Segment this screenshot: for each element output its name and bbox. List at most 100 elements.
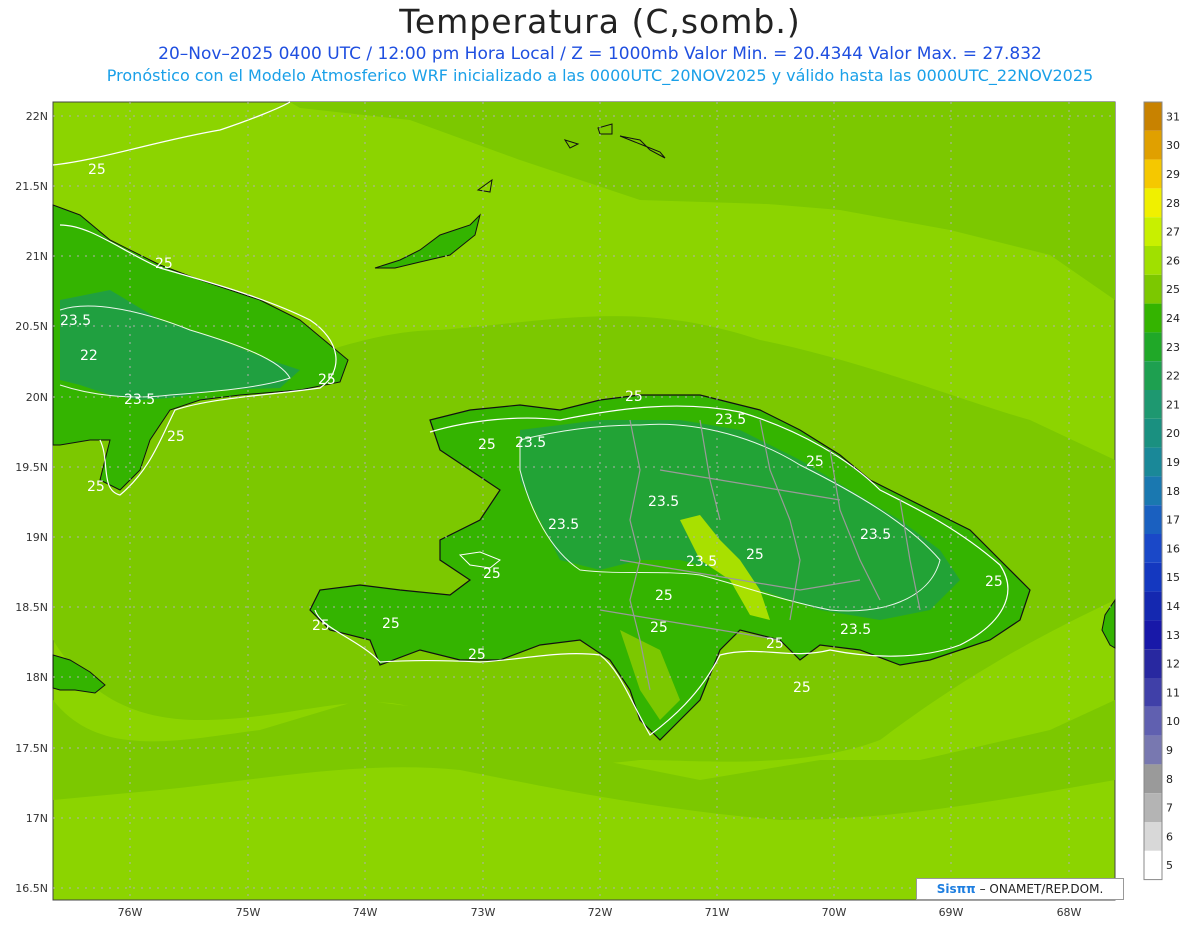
contour-label: 25 (793, 680, 811, 696)
credit-box: Sisππ – ONAMET/REP.DOM. (916, 878, 1124, 900)
lat-label: 18N (26, 671, 48, 684)
colorbar-label: 12 (1166, 658, 1180, 671)
lat-label: 22N (26, 110, 48, 123)
contour-label: 23.5 (686, 554, 717, 570)
colorbar-label: 20 (1166, 427, 1180, 440)
lon-label: 75W (236, 906, 261, 919)
colorbar-label: 11 (1166, 686, 1180, 699)
lat-label: 16.5N (15, 882, 48, 895)
contour-label: 23.5 (124, 392, 155, 408)
colorbar-label: 26 (1166, 254, 1180, 267)
colorbar-label: 13 (1166, 629, 1180, 642)
colorbar-swatch (1144, 649, 1162, 678)
colorbar-swatch (1144, 678, 1162, 707)
colorbar-swatch (1144, 246, 1162, 275)
colorbar-swatch (1144, 620, 1162, 650)
contour-label: 25 (312, 618, 330, 634)
lat-label: 21.5N (15, 180, 48, 193)
colorbar-swatch (1144, 534, 1162, 563)
lat-label: 18.5N (15, 601, 48, 614)
colorbar-label: 5 (1166, 859, 1173, 872)
lon-label: 74W (353, 906, 378, 919)
colorbar-swatch (1144, 102, 1162, 131)
contour-label: 25 (650, 620, 668, 636)
lat-label: 21N (26, 250, 48, 263)
contour-label: 23.5 (548, 517, 579, 533)
colorbar-label: 10 (1166, 715, 1180, 728)
colorbar-label: 6 (1166, 830, 1173, 843)
colorbar-label: 7 (1166, 802, 1173, 815)
colorbar-swatch (1144, 159, 1162, 189)
colorbar-swatch (1144, 793, 1162, 822)
colorbar-label: 17 (1166, 514, 1180, 527)
contour-label: 25 (985, 574, 1003, 590)
colorbar-label: 9 (1166, 744, 1173, 757)
colorbar-label: 29 (1166, 168, 1180, 181)
lon-label: 68W (1057, 906, 1082, 919)
contour-label: 25 (478, 437, 496, 453)
colorbar-label: 14 (1166, 600, 1180, 613)
colorbar-swatch (1144, 764, 1162, 794)
contour-label: 25 (766, 636, 784, 652)
colorbar-swatch (1144, 390, 1162, 419)
colorbar-swatch (1144, 591, 1162, 621)
colorbar-swatch (1144, 476, 1162, 506)
colorbar-label: 15 (1166, 571, 1180, 584)
credit-text: – ONAMET/REP.DOM. (979, 882, 1104, 896)
colorbar-swatch (1144, 562, 1162, 592)
lat-label: 17.5N (15, 742, 48, 755)
colorbar-label: 18 (1166, 485, 1180, 498)
contour-label: 25 (655, 588, 673, 604)
lon-label: 69W (939, 906, 964, 919)
colorbar-label: 25 (1166, 283, 1180, 296)
contour-label: 23.5 (840, 622, 871, 638)
colorbar-swatch (1144, 850, 1162, 880)
colorbar-label: 19 (1166, 456, 1180, 469)
contour-label: 25 (87, 479, 105, 495)
contour-label: 23.5 (648, 494, 679, 510)
contour-label: 22 (80, 348, 98, 364)
contour-label: 23.5 (60, 313, 91, 329)
contour-label: 23.5 (515, 435, 546, 451)
lat-label: 17N (26, 812, 48, 825)
contour-label: 25 (318, 372, 336, 388)
colorbar-swatch (1144, 735, 1162, 765)
contour-label: 25 (625, 389, 643, 405)
lon-label: 76W (118, 906, 143, 919)
colorbar-swatch (1144, 188, 1162, 218)
contour-label: 25 (468, 647, 486, 663)
lat-label: 20.5N (15, 320, 48, 333)
colorbar-swatch (1144, 332, 1162, 362)
colorbar-label: 27 (1166, 226, 1180, 239)
lat-label: 19N (26, 531, 48, 544)
contour-label: 25 (483, 566, 501, 582)
lon-label: 72W (588, 906, 613, 919)
colorbar-label: 24 (1166, 312, 1180, 325)
contour-label: 25 (167, 429, 185, 445)
contour-label: 25 (155, 256, 173, 272)
colorbar-swatch (1144, 505, 1162, 534)
colorbar-label: 30 (1166, 139, 1180, 152)
colorbar: 31 30 29 28 27 26 25 24 23 22 21 20 19 18 17 16 15 14 13 12… (1143, 101, 1180, 881)
colorbar-swatch (1144, 706, 1162, 736)
colorbar-swatch (1144, 361, 1162, 390)
lon-label: 70W (822, 906, 847, 919)
colorbar-swatch (1144, 822, 1162, 851)
longitude-labels: 76W 75W 74W 73W 72W 71W 70W 69W 68W (118, 906, 1082, 919)
colorbar-label: 8 (1166, 773, 1173, 786)
colorbar-swatch (1144, 303, 1162, 333)
latitude-labels: 22N 21.5N 21N 20.5N 20N 19.5N 19N 18.5N … (15, 110, 48, 895)
contour-label: 25 (746, 547, 764, 563)
colorbar-swatch (1144, 447, 1162, 477)
colorbar-label: 21 (1166, 398, 1180, 411)
contour-label: 25 (806, 454, 824, 470)
contour-label: 23.5 (715, 412, 746, 428)
colorbar-label: 16 (1166, 542, 1180, 555)
sispi-logo: Sisππ (936, 882, 976, 896)
contour-label: 23.5 (860, 527, 891, 543)
lon-label: 71W (705, 906, 730, 919)
colorbar-label: 22 (1166, 370, 1180, 383)
lat-label: 20N (26, 391, 48, 404)
colorbar-swatch (1144, 418, 1162, 448)
lon-label: 73W (471, 906, 496, 919)
